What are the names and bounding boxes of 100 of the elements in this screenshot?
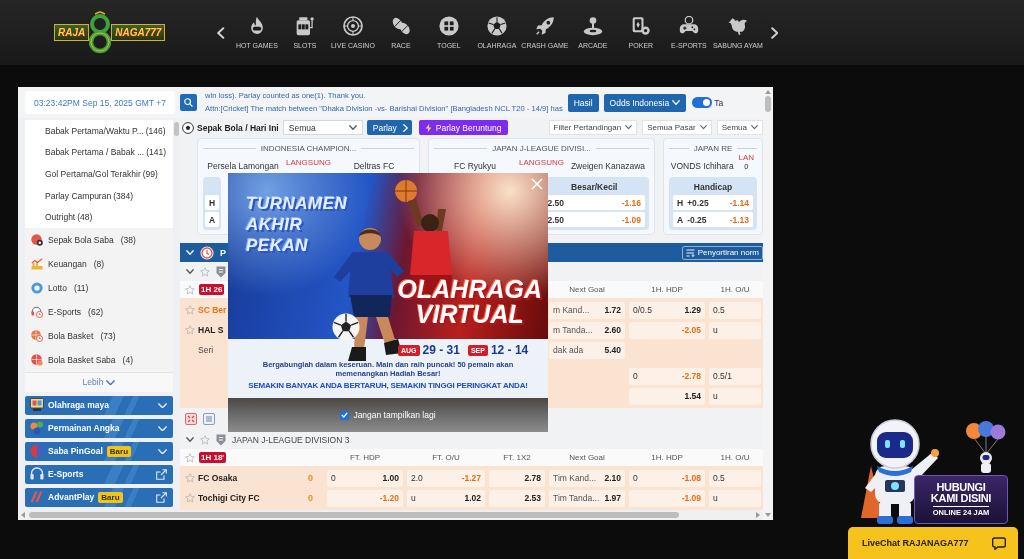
sport-list-item[interactable]: E-Sports (62)	[25, 299, 173, 324]
more-button[interactable]: Lebih	[25, 371, 173, 392]
submenu-item[interactable]: Gol Pertama/Gol Terakhir (99)	[25, 163, 173, 185]
star-icon[interactable]	[185, 452, 195, 463]
sidebar-section-button[interactable]: Saba PinGoal Baru	[25, 441, 173, 461]
odds-button[interactable]: u	[709, 321, 761, 339]
chevron-down-icon[interactable]	[186, 437, 194, 442]
gamepad-icon	[677, 16, 700, 36]
odds-button[interactable]: A -0.25 -1.13	[673, 212, 753, 227]
sidebar-section-button[interactable]: AdvantPlay Baru	[25, 487, 173, 507]
lottery-ball-icon	[31, 281, 43, 294]
star-icon[interactable]	[185, 473, 195, 483]
odds-button[interactable]: 2.78	[489, 469, 545, 487]
parlay-button[interactable]: Parlay	[366, 120, 412, 135]
sport-list-item[interactable]: Sepak Bola Saba (38)	[25, 227, 173, 252]
column-header: 1H. O/U	[720, 285, 750, 294]
list-icon[interactable]	[203, 413, 215, 425]
sidebar-section-button[interactable]: E-Sports	[25, 464, 173, 484]
odds-button[interactable]: u 1.02	[407, 489, 485, 507]
submenu-item[interactable]: Babak Pertama / Babak ... (141)	[25, 141, 173, 164]
odds-button[interactable]: m Tanda... 2.60	[549, 321, 625, 339]
odds-button[interactable]: 2.53	[489, 489, 545, 507]
odds-button[interactable]: 0.5/1	[709, 367, 761, 385]
submenu-item[interactable]: Babak Pertama/Waktu P... (146)	[25, 120, 173, 142]
chevron-down-icon	[699, 125, 707, 130]
sort-button[interactable]: Penyortiran norm	[681, 245, 763, 260]
odds-button[interactable]: 0 1.00	[327, 469, 403, 487]
checkbox-label[interactable]: Jangan tampilkan lagi	[353, 410, 436, 420]
odds-button[interactable]: 0.5	[709, 301, 761, 319]
odds-button[interactable]: u	[709, 489, 761, 507]
star-icon[interactable]	[185, 305, 195, 315]
triangle-right-icon[interactable]	[756, 512, 760, 518]
odds-button[interactable]: 0/0.5 1.29	[629, 301, 705, 319]
sidebar-section-button[interactable]: Olahraga maya	[25, 395, 173, 415]
odds-value: 1.02	[464, 493, 481, 503]
toggle-switch[interactable]	[692, 97, 713, 108]
odds-button[interactable]: 0 -1.08	[629, 469, 705, 487]
triangle-left-icon[interactable]	[21, 512, 25, 518]
chevron-down-icon	[348, 125, 357, 130]
lucky-parlay-button[interactable]: Parlay Beruntung	[418, 120, 508, 135]
emblem-icon[interactable]	[89, 10, 112, 55]
column-header: 1H. HDP	[651, 453, 683, 462]
star-icon[interactable]	[200, 434, 210, 445]
period-dropdown[interactable]: Semua	[282, 120, 363, 135]
draw-label: Seri	[198, 345, 214, 355]
submenu-item[interactable]: Outright (48)	[25, 206, 173, 228]
odds-button[interactable]: 2.0 -1.27	[407, 469, 485, 487]
score: 0	[308, 473, 313, 483]
star-icon[interactable]	[185, 325, 195, 335]
close-icon[interactable]	[531, 178, 543, 190]
odds-button[interactable]: m Kand... 1.72	[549, 301, 625, 319]
sport-list-item[interactable]: Lotto (11)	[25, 275, 173, 300]
odds-button[interactable]: A	[205, 212, 220, 227]
search-icon	[184, 98, 193, 107]
odds-button[interactable]: H	[205, 195, 220, 210]
star-icon[interactable]	[185, 284, 195, 295]
search-button[interactable]	[180, 94, 197, 111]
scrollbar-thumb[interactable]	[174, 122, 179, 136]
odds-button[interactable]: Tim Kand... 2.10	[549, 469, 625, 487]
logo-text[interactable]: RAJA	[54, 24, 90, 41]
star-icon[interactable]	[200, 266, 210, 277]
scrollbar-thumb[interactable]	[29, 512, 679, 518]
column-header: Next Goal	[569, 285, 605, 294]
odds-button[interactable]: H +0.25 -1.14	[673, 195, 753, 210]
odds-button[interactable]: Tim Tanda... 1.97	[549, 489, 625, 507]
sport-list-item[interactable]: Bola Basket (73)	[25, 323, 173, 348]
odds-button[interactable]: 0.5	[709, 469, 761, 487]
submenu-item[interactable]: Parlay Campuran (384)	[25, 184, 173, 207]
sidebar-section-button[interactable]: Permainan Angka	[25, 418, 173, 438]
sport-list-item[interactable]: Keuangan (8)	[25, 251, 173, 276]
scrollbar-thumb[interactable]	[765, 96, 771, 112]
odds-format-dropdown[interactable]: Odds Indonesia	[603, 93, 687, 112]
star-icon[interactable]	[185, 493, 195, 503]
score: 0	[308, 493, 313, 503]
odds-button[interactable]: 0 -2.78	[629, 367, 705, 385]
triangle-down-icon[interactable]	[765, 513, 771, 517]
odds-value: 2.53	[524, 493, 541, 503]
filter-dropdown[interactable]: Semua	[716, 120, 763, 135]
odds-button[interactable]: u	[709, 387, 761, 405]
results-button[interactable]: Hasil	[567, 93, 599, 112]
promo-headline: OLAHRAGA VIRTUAL	[397, 277, 542, 327]
livechat-button[interactable]: LiveChat RAJANAGA777	[848, 527, 1018, 559]
chevron-down-icon[interactable]	[186, 269, 194, 274]
chevron-right-icon[interactable]	[770, 26, 779, 39]
sport-list-item[interactable]: Bola Basket Saba (4)	[25, 347, 173, 372]
vertical-scrollbar[interactable]	[763, 87, 773, 520]
filter-dropdown[interactable]: Semua Pasar	[642, 120, 712, 135]
odds-button[interactable]: dak ada 5.40	[549, 341, 625, 359]
odds-button[interactable]: 1.54	[629, 387, 705, 405]
chevron-right-icon	[402, 123, 408, 132]
triangle-up-icon[interactable]	[765, 90, 771, 94]
chevron-down-icon	[158, 425, 167, 432]
filter-dropdown[interactable]: Filter Pertandingan	[548, 120, 638, 135]
horizontal-scrollbar[interactable]	[18, 510, 763, 520]
arrows-square-icon[interactable]	[185, 413, 197, 425]
chevron-left-icon[interactable]	[217, 26, 225, 39]
odds-value: -2.05	[681, 325, 701, 335]
checkbox[interactable]	[340, 410, 350, 420]
logo-text[interactable]: NAGA777	[111, 24, 166, 41]
clock-display: 03:23:42PM Sep 15, 2025 GMT +7	[25, 91, 175, 114]
